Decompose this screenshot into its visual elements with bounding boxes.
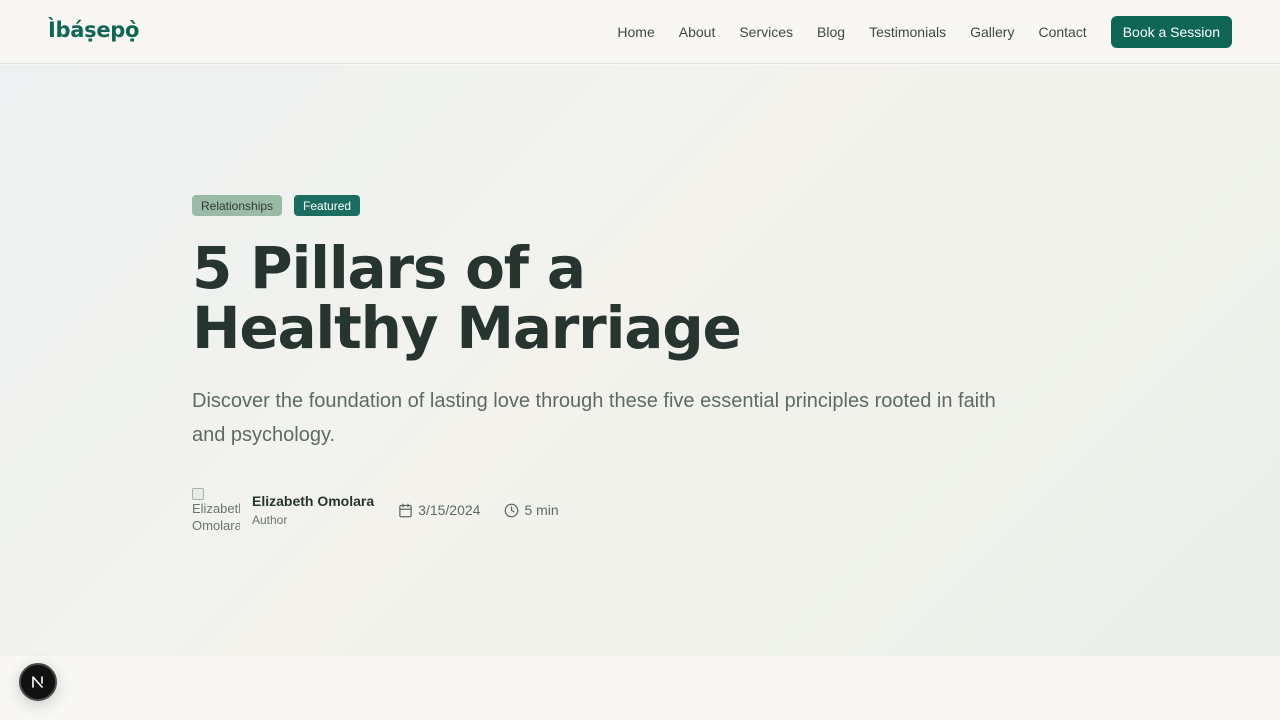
nav-link-blog[interactable]: Blog [817, 24, 845, 40]
nav-link-services[interactable]: Services [739, 24, 793, 40]
featured-tag: Featured [294, 195, 361, 216]
tag-list: Relationships Featured [192, 195, 1072, 216]
nav-link-about[interactable]: About [679, 24, 716, 40]
publish-date-text: 3/15/2024 [418, 502, 481, 518]
clock-icon [505, 503, 519, 517]
publish-date: 3/15/2024 [398, 502, 480, 518]
category-tag[interactable]: Relationships [192, 195, 283, 216]
article-hero: Relationships Featured 5 Pillars of a He… [0, 65, 1280, 656]
site-logo[interactable]: Ìbáṣepọ̀ [48, 18, 139, 42]
hero-content: Relationships Featured 5 Pillars of a He… [192, 195, 1072, 532]
article-meta: Elizabeth Omolara Elizabeth Omolara Auth… [192, 488, 1072, 532]
calendar-icon [399, 503, 412, 517]
book-session-button[interactable]: Book a Session [1110, 16, 1232, 48]
nav-link-testimonials[interactable]: Testimonials [869, 24, 946, 40]
author-role: Author [252, 513, 288, 527]
author-info: Elizabeth Omolara Author [252, 492, 374, 528]
author-avatar: Elizabeth Omolara [192, 488, 240, 532]
article-title: 5 Pillars of a Healthy Marriage [192, 234, 742, 362]
nextjs-icon [32, 676, 43, 688]
nextjs-dev-badge[interactable] [19, 663, 57, 701]
article-subtitle: Discover the foundation of lasting love … [192, 390, 996, 446]
author-name: Elizabeth Omolara [252, 493, 375, 509]
nav-link-contact[interactable]: Contact [1038, 24, 1086, 40]
site-header: Ìbáṣepọ̀ Home About Services Blog Testim… [0, 0, 1280, 64]
read-time: 5 min [504, 502, 559, 518]
broken-image-icon [192, 488, 204, 500]
main-nav: Home About Services Blog Testimonials Ga… [617, 16, 1232, 48]
nav-link-gallery[interactable]: Gallery [970, 24, 1014, 40]
nav-link-home[interactable]: Home [617, 24, 654, 40]
read-time-text: 5 min [524, 502, 559, 518]
